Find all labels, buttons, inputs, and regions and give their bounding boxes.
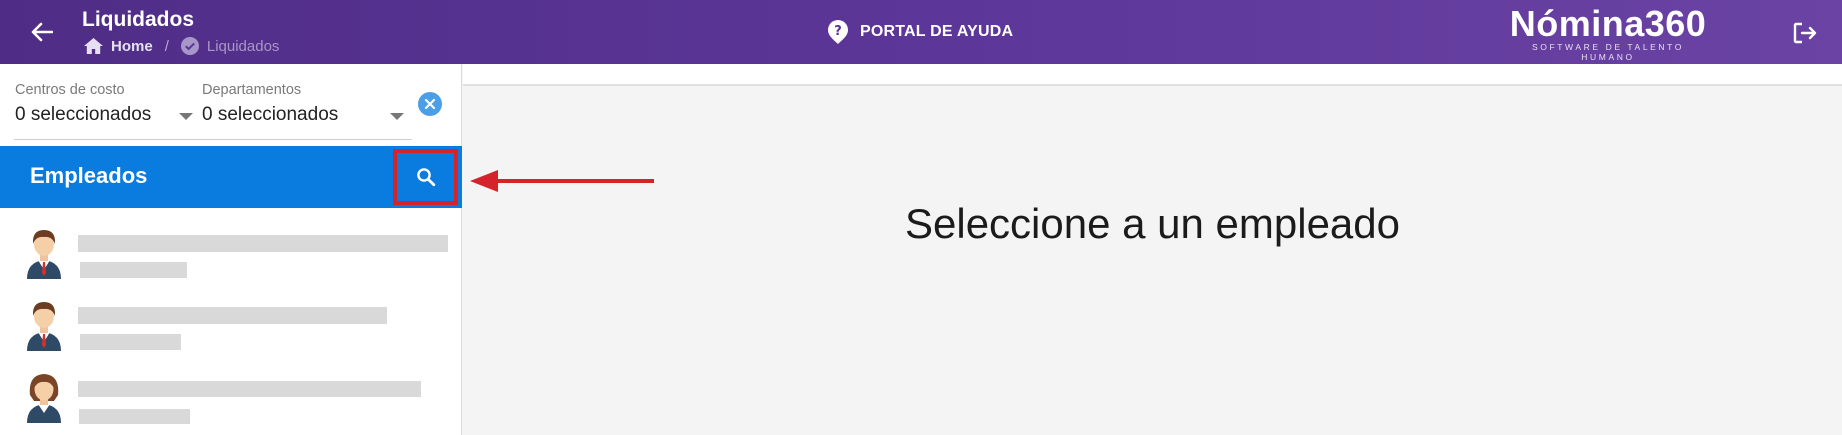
breadcrumb-current: Liquidados xyxy=(206,37,280,55)
logout-icon xyxy=(1793,22,1817,44)
chevron-down-icon[interactable] xyxy=(390,113,404,120)
department-label: Departamentos xyxy=(202,82,302,98)
svg-text:?: ? xyxy=(834,24,842,39)
breadcrumb-home-link[interactable]: Home xyxy=(111,38,153,55)
employee-list-item[interactable] xyxy=(0,297,462,369)
skeleton-detail-line xyxy=(80,262,187,278)
annotation-arrow-icon xyxy=(470,170,654,192)
male-avatar-icon xyxy=(27,302,61,351)
help-circle-icon: ? xyxy=(828,20,848,44)
help-portal-link[interactable]: ? PORTAL DE AYUDA xyxy=(828,20,1013,44)
breadcrumb: Home / Liquidados xyxy=(84,37,279,55)
skeleton-name-line xyxy=(78,307,387,324)
cost-center-label: Centros de costo xyxy=(15,82,125,98)
breadcrumb-separator: / xyxy=(164,37,169,55)
check-circle-icon xyxy=(180,37,199,55)
brand-logo: Nómina360 SOFTWARE DE TALENTO HUMANO xyxy=(1508,3,1708,63)
top-bar: Liquidados Home / Liquidados ? PORTAL DE… xyxy=(0,0,1842,64)
brand-name: Nómina360 xyxy=(1509,3,1707,44)
filter-underline xyxy=(14,139,412,140)
employees-title: Empleados xyxy=(30,163,148,188)
back-button[interactable] xyxy=(26,16,58,48)
cost-center-value: 0 seleccionados xyxy=(15,104,152,125)
employee-detail-pane: Seleccione a un empleado xyxy=(463,64,1842,435)
search-icon xyxy=(416,168,435,187)
department-filter[interactable]: Departamentos 0 seleccionados xyxy=(202,82,338,126)
help-portal-label: PORTAL DE AYUDA xyxy=(860,23,1014,40)
search-employees-button[interactable] xyxy=(393,149,458,205)
brand-tagline: SOFTWARE DE TALENTO HUMANO xyxy=(1531,42,1685,62)
employee-list-item[interactable] xyxy=(0,225,462,297)
skeleton-detail-line xyxy=(79,409,190,424)
empty-state-message: Seleccione a un empleado xyxy=(904,200,1401,247)
male-avatar-icon xyxy=(27,230,61,279)
cost-center-filter[interactable]: Centros de costo 0 seleccionados xyxy=(15,82,151,126)
skeleton-detail-line xyxy=(80,334,181,350)
department-value: 0 seleccionados xyxy=(202,104,339,125)
close-circle-icon xyxy=(424,98,436,110)
clear-filters-button[interactable] xyxy=(418,92,442,116)
skeleton-name-line xyxy=(78,235,448,252)
chevron-down-icon[interactable] xyxy=(179,113,193,120)
page-title: Liquidados xyxy=(82,8,194,31)
employees-header: Empleados xyxy=(0,146,462,208)
female-avatar-icon xyxy=(27,374,61,423)
skeleton-name-line xyxy=(78,381,421,397)
home-icon xyxy=(84,38,103,54)
arrow-left-icon xyxy=(31,22,53,42)
main-pane-top-strip xyxy=(463,64,1842,86)
logout-button[interactable] xyxy=(1790,18,1820,48)
employee-sidebar: Centros de costo 0 seleccionados Departa… xyxy=(0,64,462,435)
employee-list-item[interactable] xyxy=(0,369,462,435)
